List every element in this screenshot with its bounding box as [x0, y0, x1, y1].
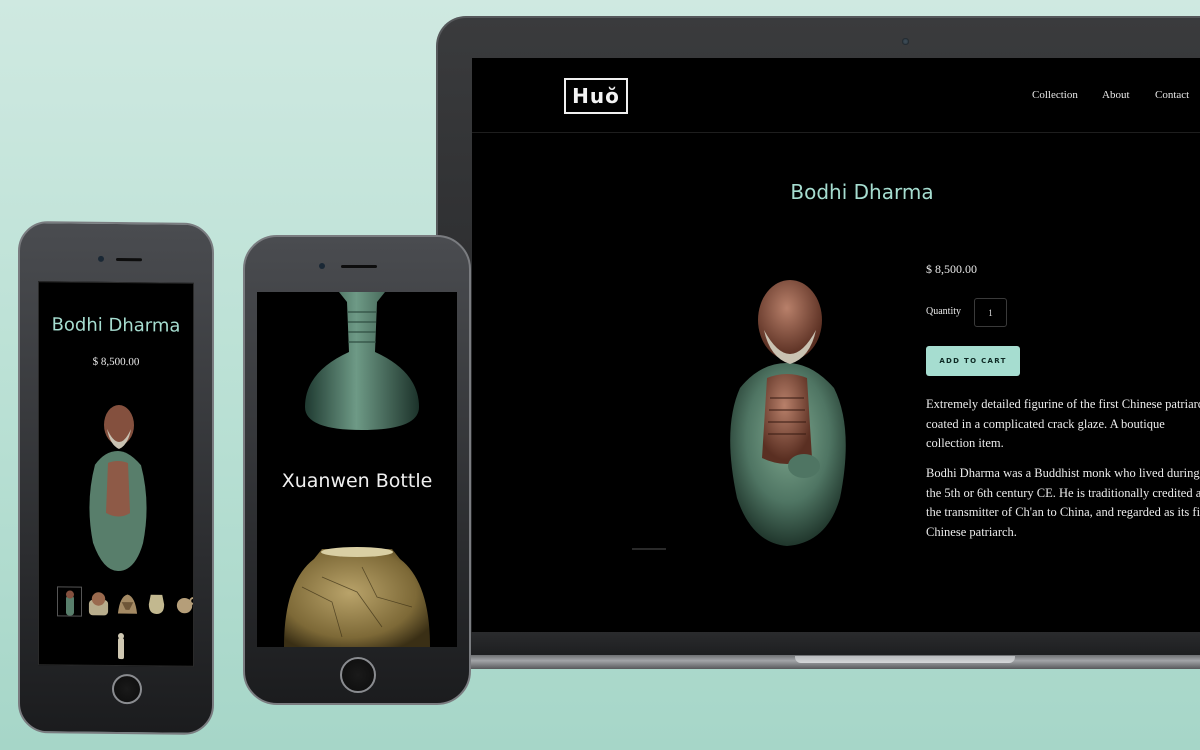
- phone-left-screen: Bodhi Dharma $ 8,500.00: [38, 281, 194, 667]
- thumbnail-strip: [57, 586, 194, 617]
- site-header: Huŏ Collection About Contact: [472, 58, 1200, 133]
- thumbnail-dragon[interactable]: [115, 587, 140, 617]
- mobile-secondary-figure: [118, 633, 124, 660]
- home-button[interactable]: [112, 673, 142, 705]
- nav-collection-link[interactable]: Collection: [1032, 89, 1078, 101]
- mobile-product-title: Bodhi Dharma: [51, 314, 181, 337]
- thumbnail-vase[interactable]: [144, 587, 169, 617]
- phone-right-device: Xuanwen Bottle: [243, 235, 471, 705]
- front-camera-icon: [98, 255, 104, 262]
- laptop-screen: Huŏ Collection About Contact Bodhi Dharm…: [472, 58, 1200, 636]
- quantity-input[interactable]: 1: [974, 298, 1007, 327]
- thumbnail-teapot[interactable]: [173, 588, 194, 618]
- product-price: $ 8,500.00: [926, 262, 977, 276]
- laptop-camera: [902, 38, 909, 45]
- product-description-1: Extremely detailed figurine of the first…: [926, 397, 1200, 450]
- image-indicator: [632, 548, 666, 550]
- crackle-jar-image[interactable]: [282, 547, 432, 647]
- speaker-grille: [341, 265, 377, 268]
- phone-left-device: Bodhi Dharma $ 8,500.00: [18, 220, 214, 736]
- home-button[interactable]: [340, 657, 376, 693]
- mobile-collection-title[interactable]: Xuanwen Bottle: [257, 470, 457, 492]
- laptop-opening-notch: [795, 656, 1015, 663]
- quantity-label: Quantity: [926, 306, 961, 317]
- speaker-grille: [116, 258, 142, 262]
- site-logo[interactable]: Huŏ: [564, 78, 628, 114]
- product-title: Bodhi Dharma: [790, 180, 934, 204]
- bottle-image[interactable]: [297, 292, 427, 432]
- mobile-product-price: $ 8,500.00: [92, 355, 140, 369]
- nav-about-link[interactable]: About: [1102, 89, 1130, 101]
- nav-contact-link[interactable]: Contact: [1155, 89, 1189, 101]
- product-image-bodhi-dharma[interactable]: [712, 258, 862, 548]
- product-description-2: Bodhi Dharma was a Buddhist monk who liv…: [926, 466, 1200, 539]
- thumbnail-figurine[interactable]: [57, 586, 82, 617]
- thumbnail-figurine-closeup[interactable]: [86, 587, 111, 617]
- phone-right-screen: Xuanwen Bottle: [257, 292, 457, 647]
- laptop-device: Huŏ Collection About Contact Bodhi Dharm…: [436, 16, 1200, 666]
- laptop-hinge: [470, 632, 1200, 656]
- add-to-cart-button[interactable]: ADD TO CART: [926, 346, 1020, 376]
- mobile-product-image[interactable]: [83, 393, 153, 574]
- front-camera-icon: [319, 263, 325, 269]
